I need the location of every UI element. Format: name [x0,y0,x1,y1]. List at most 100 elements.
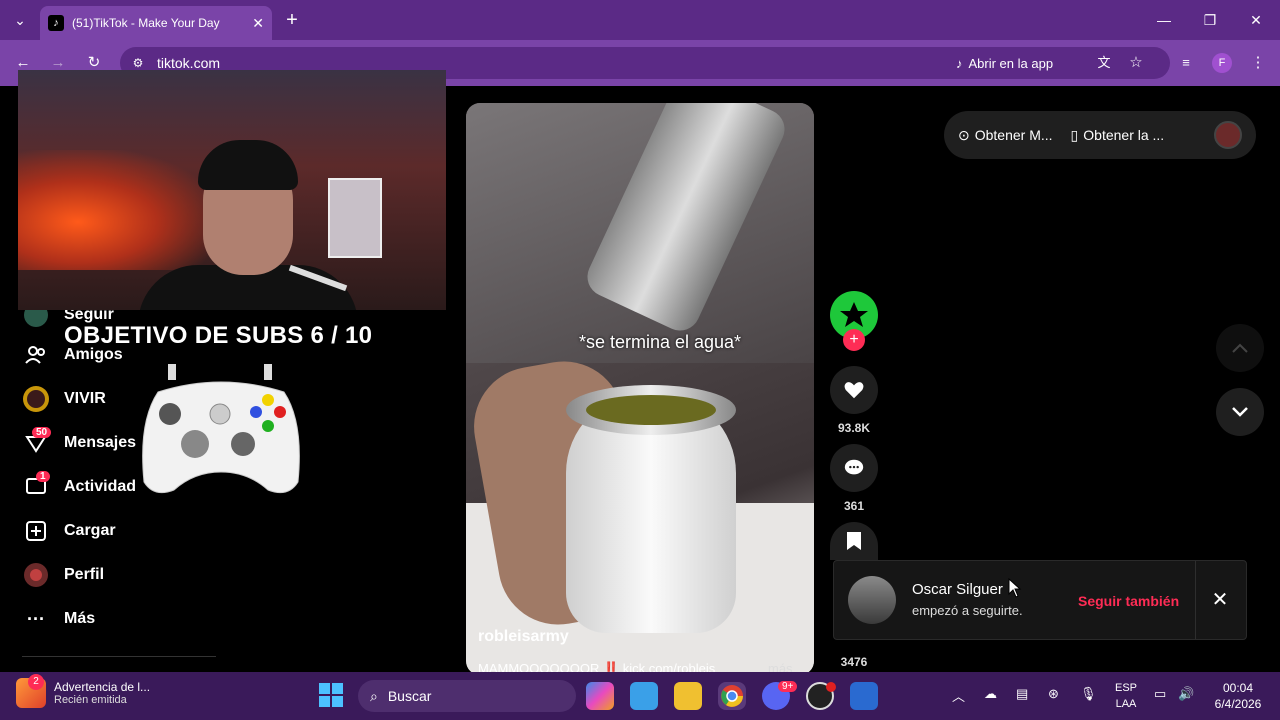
video-caption-overlay: *se termina el agua* [578,332,742,352]
sidebar-item-activity[interactable]: 1 Actividad [22,471,137,502]
bookmark-icon [847,532,861,550]
discord-badge: 9+ [778,681,798,692]
notification-separator [1195,561,1196,639]
previous-video-button[interactable] [1216,324,1264,372]
chevron-down-icon [1232,407,1248,417]
recording-dot [826,682,836,692]
user-avatar[interactable] [1214,121,1242,149]
sidebar-item-label: Perfil [64,566,105,583]
windows-start-icon[interactable] [318,682,346,710]
sidebar-divider [22,656,216,657]
warning-badge: 2 [28,674,44,690]
tab-search-icon[interactable]: ⌄ [8,8,32,32]
tiktok-favicon-icon: ♪ [48,15,64,31]
tab-close-icon[interactable]: ✕ [252,15,264,32]
upload-icon [22,517,50,545]
get-app-label: Obtener la ... [1083,127,1165,143]
get-m-button[interactable]: ⊙ Obtener M... [958,127,1053,144]
notification-avatar[interactable] [848,576,896,624]
gamepad-overlay-icon [142,364,300,494]
search-icon: ⌕ [370,687,378,704]
next-video-button[interactable] [1216,388,1264,436]
warning-app-icon: 2 [16,674,46,708]
sidebar-item-profile[interactable]: Perfil [22,560,104,590]
translate-icon[interactable]: 文 [1093,52,1115,74]
warning-title: Advertencia de l... [54,680,151,694]
more-icon: ··· [27,608,45,629]
mouse-cursor-icon [1008,578,1022,598]
activity-icon: 1 [22,471,50,501]
copilot-icon[interactable] [586,682,614,710]
taskbar-search[interactable]: ⌕ Buscar [358,680,576,712]
language-code: ESP [1114,682,1137,694]
clock-date: 6/4/2026 [1214,697,1262,711]
warning-subtitle: Recién emitida [54,694,127,706]
like-button[interactable] [830,366,878,414]
new-tab-icon[interactable]: + [280,8,304,32]
steam-icon[interactable]: ⊛ [1048,686,1059,702]
save-count: 3476 [840,655,868,669]
comment-button[interactable] [830,444,878,492]
led-glow [18,150,218,270]
chrome-taskbar-button[interactable] [718,682,746,710]
keyboard-layout: LAA [1115,698,1137,710]
profile-avatar[interactable]: F [1212,53,1232,73]
top-right-actions: ⊙ Obtener M... ▯ Obtener la ... [944,111,1256,159]
open-in-app-label: Abrir en la app [968,55,1054,71]
url-text[interactable]: tiktok.com [157,55,220,71]
sidebar-item-label: VIVIR [64,390,106,407]
sidebar-item-live[interactable]: VIVIR [22,384,106,414]
onedrive-icon[interactable]: ☁ [984,686,997,702]
star-logo-icon [840,302,868,327]
sidebar-item-messages[interactable]: 50 Mensajes [22,427,137,458]
tray-overflow-icon[interactable]: ︿ [952,686,965,705]
notification-text: empezó a seguirte. [912,603,1023,618]
sidebar-item-label: Mensajes [64,434,137,451]
minimize-icon[interactable]: — [1152,8,1176,32]
notification-username[interactable]: Oscar Silguer [912,581,1003,598]
network-icon[interactable]: ▭ [1154,686,1166,702]
open-in-app-button[interactable]: ♪ Abrir en la app [956,52,1053,74]
language-indicator[interactable]: ESP LAA [1112,680,1140,712]
video-author[interactable]: robleisarmy [478,628,569,646]
sidebar-item-more[interactable]: ··· Más [22,604,95,634]
get-m-label: Obtener M... [974,127,1053,143]
notepad-icon[interactable] [630,682,658,710]
video-yerba [586,395,716,425]
messages-icon: 50 [22,427,52,457]
profile-icon [22,561,50,589]
system-clock[interactable]: 00:04 6/4/2026 [1206,680,1270,712]
sidebar-item-label: Más [64,610,96,627]
warning-notification[interactable]: 2 Advertencia de l... Recién emitida [16,674,151,708]
epic-games-icon[interactable]: ▤ [1016,686,1028,702]
video-player[interactable] [466,103,814,675]
follow-plus-button[interactable]: + [843,329,865,351]
get-app-button[interactable]: ▯ Obtener la ... [1071,127,1165,144]
friends-icon [22,341,50,369]
sidebar-item-upload[interactable]: Cargar [22,516,116,546]
file-explorer-icon[interactable] [674,682,702,710]
game-launcher-icon[interactable] [850,682,878,710]
comment-icon [844,459,864,475]
activity-badge: 1 [36,471,50,482]
restore-icon[interactable]: ❐ [1198,8,1222,32]
streamer-hair [198,140,298,190]
close-window-icon[interactable]: ✕ [1244,8,1268,32]
microphone-icon[interactable]: 🎙 [1080,686,1097,702]
close-notification-icon[interactable]: ✕ [1208,588,1232,612]
media-control-icon[interactable]: ≡ [1175,52,1197,74]
volume-icon[interactable]: 🔊 [1178,686,1194,702]
wall-poster [328,178,382,258]
follow-back-button[interactable]: Seguir también [1078,593,1179,609]
sidebar-item-label: Cargar [64,522,116,539]
like-count: 93.8K [837,421,871,435]
bookmark-star-icon[interactable]: ☆ [1125,52,1147,74]
chrome-icon [721,685,743,707]
chevron-up-icon [1232,343,1248,353]
clock-time: 00:04 [1222,681,1254,695]
coin-icon: ⊙ [958,126,970,143]
menu-kebab-icon[interactable]: ⋮ [1247,52,1269,74]
browser-tab[interactable]: ♪ (51)TikTok - Make Your Day ✕ [40,6,272,40]
search-placeholder: Buscar [387,688,432,704]
sidebar-item-label: Actividad [64,478,137,495]
